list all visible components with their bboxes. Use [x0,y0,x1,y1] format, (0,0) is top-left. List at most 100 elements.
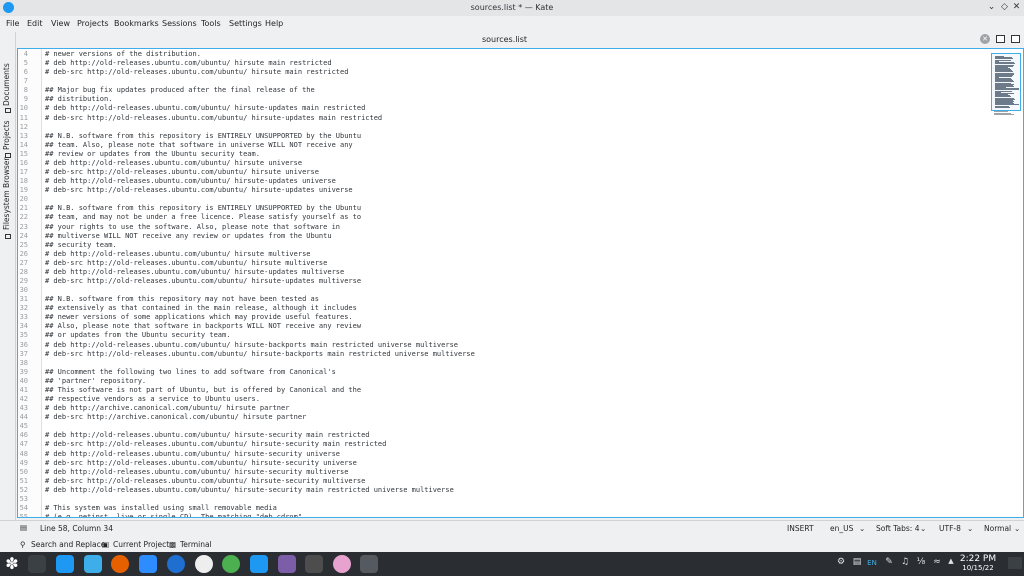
menu-tools[interactable]: Tools [201,19,221,28]
line-number: 50 [19,467,28,476]
menu-projects[interactable]: Projects [77,19,109,28]
sidebar-tab-documents[interactable]: Documents [2,63,14,116]
split-view-icon[interactable] [1011,35,1020,43]
maximize-icon[interactable]: ◇ [999,2,1010,13]
code-line: 21 ## N.B. software from this repository … [18,204,978,213]
chrome-icon[interactable] [222,555,240,573]
left-sidebar: Documents Projects Filesystem Browser [0,32,16,520]
line-text: ## security team. [45,240,117,249]
menu-settings[interactable]: Settings [229,19,262,28]
line-text: # deb http://old-releases.ubuntu.com/ubu… [45,104,366,113]
line-number: 18 [19,177,28,186]
toolview-search-and-replace[interactable]: Search and Replace [31,540,105,549]
dolphin-icon[interactable] [84,555,102,573]
title-bar: sources.list * — Kate ⌄ ◇ ✕ [0,0,1024,16]
calculator-icon[interactable] [305,555,323,573]
discover-icon[interactable] [56,555,74,573]
code-line: 10 # deb http://old-releases.ubuntu.com/u… [18,104,978,113]
pager-icon[interactable] [28,555,46,573]
bluetooth-icon[interactable]: ⅛ [916,557,926,569]
menu-file[interactable]: File [6,19,19,28]
menu-view[interactable]: View [51,19,70,28]
notes-icon[interactable]: ✎ [884,557,894,569]
sidebar-toggle-icon[interactable]: ▤ [20,523,27,532]
app-icon[interactable] [333,555,351,573]
clock[interactable]: 2:22 PM 10/15/22 [955,555,1001,573]
code-line: 53 [18,495,978,504]
code-line: 41 ## This software is not part of Ubuntu… [18,386,978,395]
moon-app-icon[interactable] [195,555,213,573]
code-line: 54 # This system was installed using smal… [18,504,978,513]
close-icon[interactable]: ✕ [1011,2,1022,13]
network-icon[interactable]: ≈ [932,557,942,569]
chromium-icon[interactable] [167,555,185,573]
minimize-icon[interactable]: ⌄ [986,2,997,13]
menu-bookmarks[interactable]: Bookmarks [114,19,159,28]
toolview-current-project[interactable]: Current Project [113,540,169,549]
minimap-rest[interactable] [991,111,1021,116]
line-number: 46 [19,431,28,440]
keyboard-layout[interactable]: EN [867,557,877,569]
cursor-position[interactable]: Line 58, Column 34 [40,524,113,533]
minimap-viewport[interactable] [991,53,1021,111]
clock-time: 2:22 PM [959,554,997,564]
line-text: ## Major bug fix updates produced after … [45,86,315,95]
line-number: 11 [19,113,28,122]
code-line: 31 ## N.B. software from this repository … [18,295,978,304]
line-number: 35 [19,331,28,340]
line-text: ## N.B. software from this repository is… [45,204,362,213]
tab-close-icon[interactable]: ✕ [980,34,990,44]
input-mode[interactable]: INSERT [787,524,814,533]
line-number: 47 [19,440,28,449]
minimap-line [995,81,1014,82]
menu-sessions[interactable]: Sessions [162,19,197,28]
application-launcher-icon[interactable]: ✽ [3,555,21,573]
toolview-terminal[interactable]: Terminal [180,540,212,549]
code-line: 44 # deb-src http://archive.canonical.com… [18,413,978,422]
line-number: 24 [19,231,28,240]
sidebar-tab-filesystem-browser[interactable]: Filesystem Browser [2,158,14,244]
line-number: 51 [19,476,28,485]
line-number: 13 [19,131,28,140]
document-tab-bar: sources.list ✕ [17,32,1024,47]
tab-sources-list[interactable]: sources.list [17,33,992,46]
firefox-icon[interactable] [111,555,129,573]
show-desktop-icon[interactable] [1008,557,1022,569]
menu-edit[interactable]: Edit [27,19,43,28]
new-document-icon[interactable] [996,35,1005,43]
line-text: # This system was installed using small … [45,504,277,512]
highlight-mode[interactable]: Normal [984,524,1011,533]
line-text: # newer versions of the distribution. [45,50,201,58]
sidebar-tab-projects[interactable]: Projects [2,118,14,162]
volume-icon[interactable]: ♫ [900,557,910,569]
menu-help[interactable]: Help [265,19,283,28]
indentation-setting[interactable]: Soft Tabs: 4 [876,524,919,533]
code-line: 7 [18,77,978,86]
documents-icon [5,108,11,113]
line-number: 15 [19,149,28,158]
encoding-setting[interactable]: UTF-8 [939,524,961,533]
code-line: 4 # newer versions of the distribution. [18,50,978,59]
zoom-icon[interactable] [139,555,157,573]
screenshot-icon[interactable] [278,555,296,573]
minimap-line [995,107,1010,108]
settings-tray-icon[interactable]: ⚙ [836,557,846,569]
clock-date: 10/15/22 [962,564,994,572]
text-editor[interactable]: 4 # newer versions of the distribution. 5 #… [17,48,1024,518]
line-text: # deb http://archive.canonical.com/ubunt… [45,404,290,413]
line-number: 29 [19,277,28,285]
kate-task-icon[interactable] [360,555,378,573]
line-text: ## Also, please note that software in ba… [45,322,362,331]
project-icon: ▣ [102,540,110,549]
line-number: 8 [23,86,28,95]
minimap-line [994,114,1014,115]
clipboard-icon[interactable]: ▤ [852,557,862,569]
line-text: # deb-src http://old-releases.ubuntu.com… [45,349,475,358]
kdeconnect-icon[interactable] [250,555,268,573]
line-text: ## Uncomment the following two lines to … [45,367,336,376]
line-text: # deb-src http://archive.canonical.com/u… [45,413,307,422]
line-number: 42 [19,395,28,404]
code-line: 24 ## multiverse WILL NOT receive any rev… [18,232,978,241]
code-line: 52 # deb http://old-releases.ubuntu.com/u… [18,486,978,495]
dictionary-language[interactable]: en_US [830,524,853,533]
